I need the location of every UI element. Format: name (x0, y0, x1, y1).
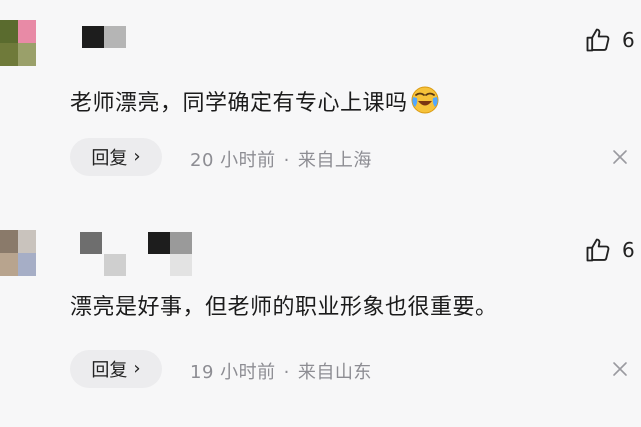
reply-button[interactable]: 回复 › (70, 138, 162, 176)
location: 来自上海 (297, 150, 372, 171)
username-redacted[interactable] (82, 26, 126, 48)
reply-label: 回复 (91, 360, 128, 381)
comment-item: 6 老师漂亮，同学确定有专心上课吗 回复 › 20 小时前 · 来自上海 (0, 0, 641, 212)
meta-separator: · (283, 150, 290, 171)
thumbs-up-icon (586, 238, 610, 262)
thumbs-up-icon (586, 28, 610, 52)
username-redacted[interactable] (80, 232, 196, 276)
avatar[interactable] (0, 230, 36, 276)
reply-label: 回复 (91, 148, 128, 169)
comment-text: 老师漂亮，同学确定有专心上课吗 (70, 85, 440, 124)
location: 来自山东 (297, 362, 372, 383)
like-button[interactable]: 6 (584, 25, 635, 55)
avatar[interactable] (0, 20, 36, 66)
close-icon[interactable] (610, 359, 630, 379)
like-count: 6 (622, 28, 635, 52)
close-icon[interactable] (610, 147, 630, 167)
comment-body: 漂亮是好事，但老师的职业形象也很重要。 (70, 295, 498, 320)
comment-body: 老师漂亮，同学确定有专心上课吗 (70, 91, 408, 116)
comment-item: 6 漂亮是好事，但老师的职业形象也很重要。 回复 › 19 小时前 · 来自山东 (0, 212, 641, 424)
crying-laughing-emoji-icon (410, 85, 440, 124)
like-button[interactable]: 6 (584, 235, 635, 265)
chevron-right-icon: › (133, 146, 141, 167)
timestamp: 20 小时前 (190, 150, 276, 171)
meta-separator: · (283, 362, 290, 383)
comment-meta: 19 小时前 · 来自山东 (190, 358, 372, 384)
timestamp: 19 小时前 (190, 362, 276, 383)
reply-button[interactable]: 回复 › (70, 350, 162, 388)
comment-text: 漂亮是好事，但老师的职业形象也很重要。 (70, 293, 498, 323)
comment-meta: 20 小时前 · 来自上海 (190, 146, 372, 172)
chevron-right-icon: › (133, 358, 141, 379)
like-count: 6 (622, 238, 635, 262)
